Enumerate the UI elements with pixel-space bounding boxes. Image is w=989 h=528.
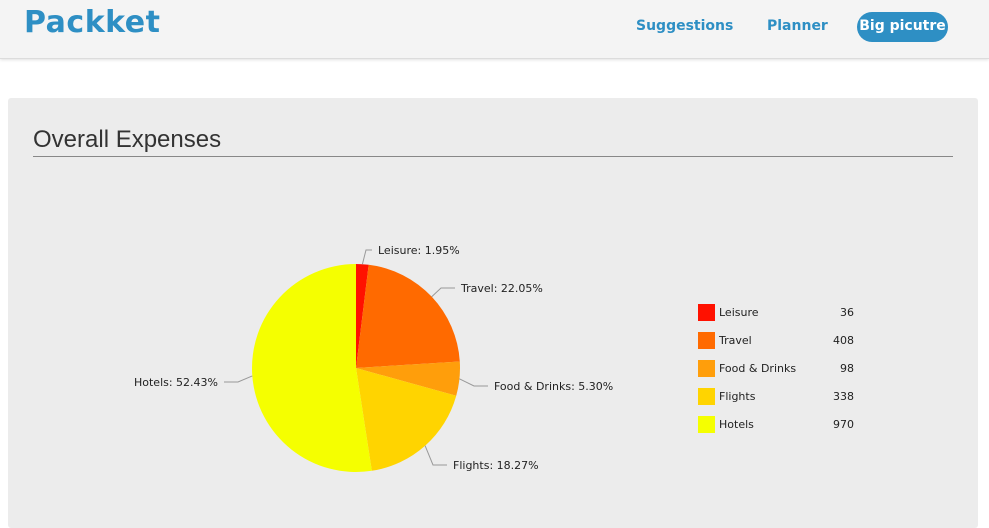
slice-label-hotels: Hotels: 52.43% [134, 376, 218, 389]
leader-line-leisure [361, 249, 372, 265]
legend-swatch-leisure [698, 304, 715, 321]
slice-label-food-drinks: Food & Drinks: 5.30% [494, 380, 613, 393]
slice-label-leisure: Leisure: 1.95% [378, 244, 460, 257]
legend-swatch-flights [698, 388, 715, 405]
legend-item-flights: Flights 338 [698, 387, 858, 407]
legend-label: Leisure [719, 306, 759, 319]
legend-value: 98 [840, 362, 854, 375]
legend-value: 36 [840, 306, 854, 319]
leader-line-hotels [224, 375, 253, 383]
legend-value: 970 [833, 418, 854, 431]
legend-value: 408 [833, 334, 854, 347]
legend-label: Hotels [719, 418, 754, 431]
expenses-pie-chart: Leisure: 1.95% Travel: 22.05% Food & Drink… [134, 244, 613, 472]
leader-line-flights [424, 445, 447, 466]
leader-line-food-drinks [459, 378, 488, 387]
legend-label: Food & Drinks [719, 362, 797, 375]
slice-label-flights: Flights: 18.27% [453, 459, 539, 472]
pie-slice-travel[interactable] [356, 264, 460, 368]
legend-item-food-drinks: Food & Drinks 98 [698, 359, 858, 379]
legend-swatch-hotels [698, 416, 715, 433]
legend-value: 338 [833, 390, 854, 403]
legend-item-hotels: Hotels 970 [698, 415, 858, 435]
legend-label: Travel [719, 334, 752, 347]
legend-swatch-travel [698, 332, 715, 349]
slice-label-travel: Travel: 22.05% [460, 282, 543, 295]
pie-slice-hotels[interactable] [252, 264, 372, 472]
legend-swatch-food-drinks [698, 360, 715, 377]
legend-item-travel: Travel 408 [698, 331, 858, 351]
leader-line-travel [431, 287, 455, 298]
legend-label: Flights [719, 390, 756, 403]
legend-item-leisure: Leisure 36 [698, 303, 858, 323]
